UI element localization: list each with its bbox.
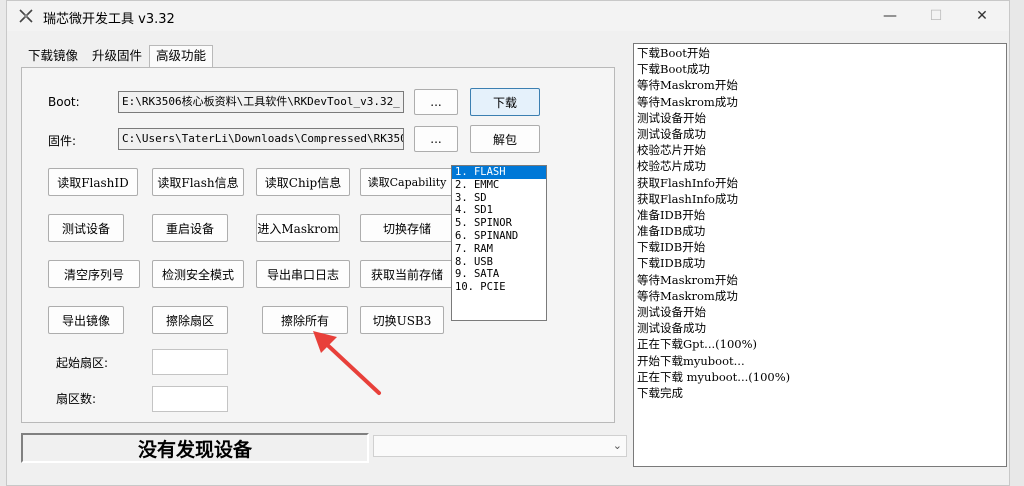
storage-item-emmc[interactable]: 2. EMMC	[452, 179, 546, 192]
read-flash-id-button[interactable]: 读取FlashID	[48, 168, 138, 196]
read-chip-info-button[interactable]: 读取Chip信息	[256, 168, 350, 196]
log-line: 等待Maskrom开始	[637, 78, 738, 93]
storage-item-ram[interactable]: 7. RAM	[452, 243, 546, 256]
log-output[interactable]: 下载Boot开始 下载Boot成功 等待Maskrom开始 等待Maskrom成功 测试…	[633, 43, 1007, 467]
chevron-down-icon: ⌄	[612, 439, 622, 452]
rk-logo-icon	[19, 9, 33, 23]
boot-browse-button[interactable]: ...	[414, 89, 458, 115]
clear-sn-button[interactable]: 清空序列号	[48, 260, 140, 288]
tab-upgrade-firmware[interactable]: 升级固件	[85, 45, 149, 67]
log-line: 准备IDB成功	[637, 224, 706, 239]
maximize-icon: ☐	[929, 8, 943, 24]
storage-item-spinor[interactable]: 5. SPINOR	[452, 217, 546, 230]
storage-item-sd1[interactable]: 4. SD1	[452, 204, 546, 217]
log-line: 下载Boot成功	[637, 62, 710, 77]
log-line: 校验芯片开始	[637, 143, 706, 158]
read-flash-info-button[interactable]: 读取Flash信息	[152, 168, 244, 196]
log-line: 测试设备开始	[637, 110, 706, 125]
minimize-icon: —	[883, 8, 897, 24]
window-title: 瑞芯微开发工具 v3.32	[43, 12, 175, 27]
device-combo[interactable]: ⌄	[373, 435, 627, 457]
export-serial-log-button[interactable]: 导出串口日志	[256, 260, 350, 288]
unpack-button[interactable]: 解包	[470, 125, 540, 153]
export-image-button[interactable]: 导出镜像	[48, 306, 124, 334]
tab-strip: 下载镜像 升级固件 高级功能	[21, 45, 214, 68]
tab-advanced[interactable]: 高级功能	[149, 45, 214, 68]
test-device-button[interactable]: 测试设备	[48, 214, 124, 242]
storage-item-pcie[interactable]: 10. PCIE	[452, 281, 546, 294]
check-secure-mode-button[interactable]: 检测安全模式	[152, 260, 244, 288]
annotation-arrow-icon	[313, 331, 381, 395]
log-line: 下载完成	[637, 385, 683, 400]
firmware-label: 固件:	[48, 134, 77, 148]
minimize-button[interactable]: —	[867, 1, 913, 31]
close-icon: ✕	[976, 8, 988, 24]
close-button[interactable]: ✕	[959, 1, 1005, 31]
enter-maskrom-button[interactable]: 进入Maskrom	[256, 214, 340, 242]
get-current-storage-button[interactable]: 获取当前存储	[360, 260, 454, 288]
storage-item-usb[interactable]: 8. USB	[452, 256, 546, 269]
log-line: 获取FlashInfo成功	[637, 191, 738, 206]
firmware-path-field[interactable]: C:\Users\TaterLi\Downloads\Compressed\RK…	[118, 128, 404, 150]
device-status: 没有发现设备	[21, 433, 369, 463]
log-line: 等待Maskrom成功	[637, 94, 738, 109]
firmware-browse-button[interactable]: ...	[414, 126, 458, 152]
log-line: 下载Boot开始	[637, 46, 710, 60]
storage-item-sata[interactable]: 9. SATA	[452, 268, 546, 281]
storage-item-flash[interactable]: 1. FLASH	[452, 166, 546, 179]
log-line: 测试设备开始	[637, 305, 706, 319]
log-line: 等待Maskrom成功	[637, 288, 738, 303]
log-line: 准备IDB开始	[637, 207, 706, 222]
log-line: 测试设备成功	[637, 321, 706, 336]
storage-listbox[interactable]: 1. FLASH 2. EMMC 3. SD 4. SD1 5. SPINOR …	[451, 165, 547, 321]
storage-item-spinand[interactable]: 6. SPINAND	[452, 230, 546, 243]
log-line: 获取FlashInfo开始	[637, 175, 738, 190]
storage-item-sd[interactable]: 3. SD	[452, 192, 546, 205]
log-line: 校验芯片成功	[637, 159, 706, 174]
start-sector-label: 起始扇区:	[56, 356, 109, 370]
log-line: 下载IDB成功	[637, 256, 706, 271]
switch-storage-button[interactable]: 切换存储	[360, 214, 454, 242]
sector-count-label: 扇区数:	[56, 392, 97, 406]
start-sector-input[interactable]	[152, 349, 228, 375]
title-bar: 瑞芯微开发工具 v3.32 — ☐ ✕	[7, 1, 1009, 31]
maximize-button[interactable]: ☐	[913, 1, 959, 31]
read-capability-button[interactable]: 读取Capability	[360, 168, 454, 196]
boot-path-field[interactable]: E:\RK3506核心板资料\工具软件\RKDevTool_v3.32_	[118, 91, 404, 113]
erase-sector-button[interactable]: 擦除扇区	[152, 306, 228, 334]
log-line: 等待Maskrom开始	[637, 272, 738, 287]
boot-download-button[interactable]: 下载	[470, 88, 540, 116]
log-line: 正在下载 myuboot...(100%)	[637, 369, 791, 384]
app-window: 瑞芯微开发工具 v3.32 — ☐ ✕ 下载镜像 升级固件 高级功能 Boot:…	[6, 0, 1010, 486]
log-line: 开始下载myuboot...	[637, 353, 745, 368]
boot-label: Boot:	[48, 95, 80, 109]
reset-device-button[interactable]: 重启设备	[152, 214, 228, 242]
log-line: 测试设备成功	[637, 126, 706, 141]
log-line: 下载IDB开始	[637, 240, 706, 255]
background-strip-right	[1010, 0, 1024, 486]
sector-count-input[interactable]	[152, 386, 228, 412]
log-line: 正在下载Gpt...(100%)	[637, 337, 757, 352]
tab-download-image[interactable]: 下载镜像	[21, 45, 85, 67]
